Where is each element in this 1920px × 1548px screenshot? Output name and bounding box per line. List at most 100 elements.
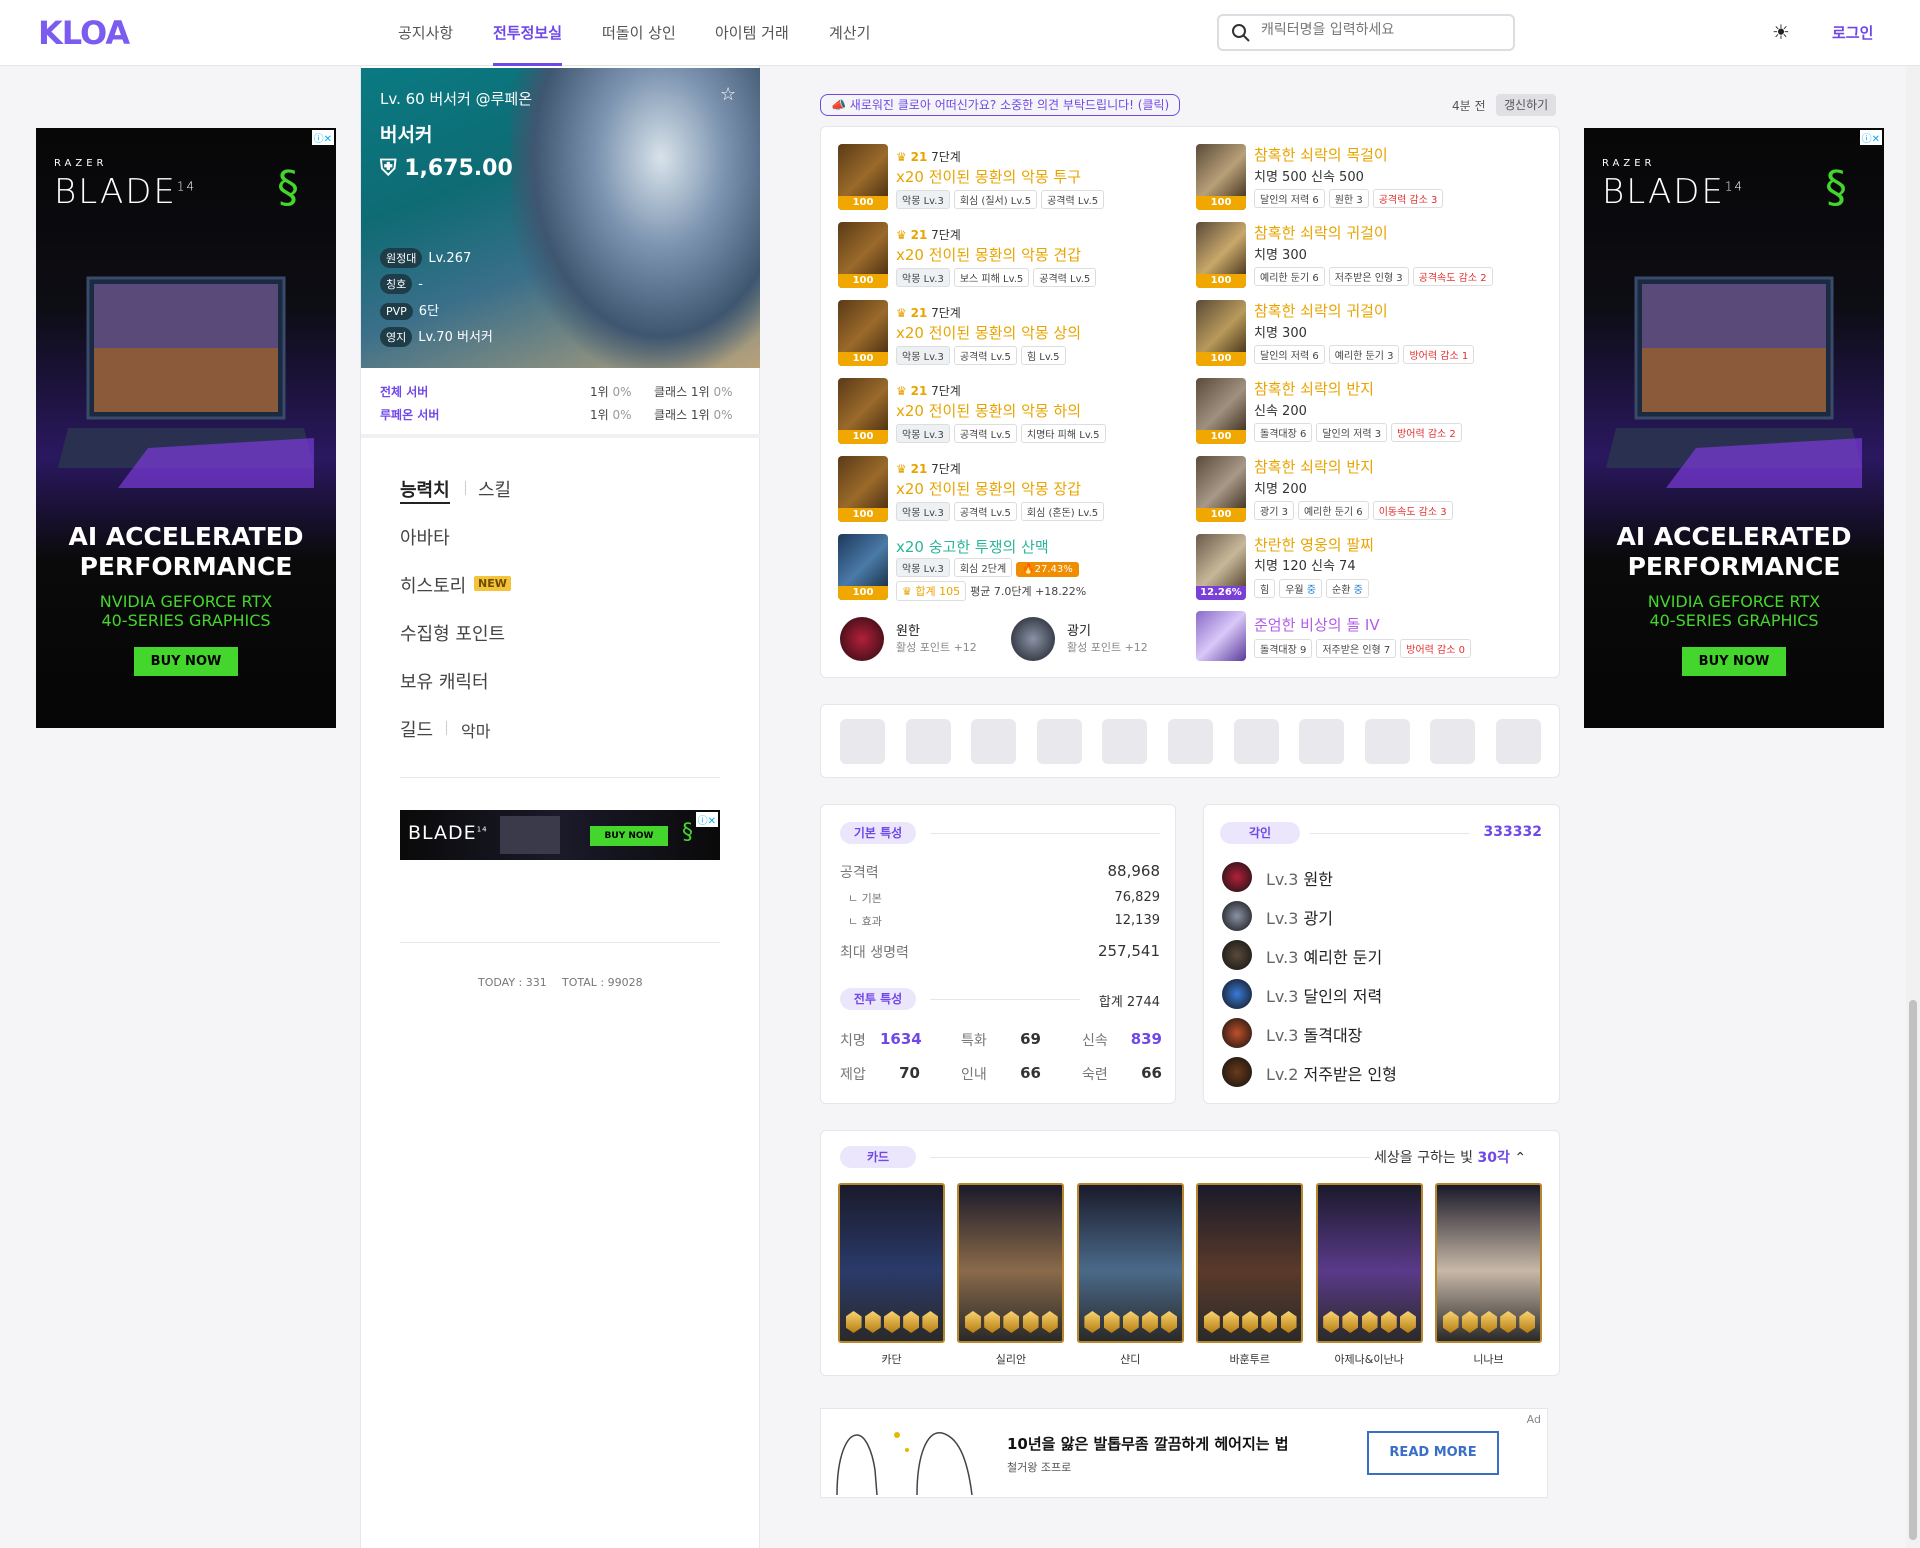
star-icon: ♛ (896, 150, 907, 164)
accessory-icon[interactable]: 100 (1196, 378, 1246, 444)
tab-stats[interactable]: 능력치 (400, 476, 450, 504)
ad-close-icon[interactable]: ⓘ✕ (1859, 130, 1882, 145)
armor-icon[interactable]: 100 (838, 456, 888, 522)
profile-header: Lv. 60 버서커 @루페온 (380, 90, 533, 108)
menu-avatar[interactable]: 아바타 (400, 524, 450, 550)
grudge-gem-icon[interactable] (840, 617, 884, 661)
combat-stat-value: 66 (1141, 1064, 1162, 1082)
razer-logo-icon: § (682, 820, 693, 845)
weapon-icon[interactable]: 100 (838, 534, 888, 600)
armor-name: x20 전이된 몽환의 악몽 장갑 (896, 480, 1082, 498)
card-item[interactable] (1435, 1183, 1542, 1343)
engraving-icon[interactable] (1222, 1018, 1252, 1048)
accessory-name: 참혹한 쇠락의 귀걸이 (1254, 302, 1388, 320)
loading-placeholder (1233, 719, 1279, 764)
menu-characters[interactable]: 보유 캐릭터 (400, 668, 489, 694)
ad-title: 10년을 앓은 발톱무좀 깔끔하게 헤어지는 법 (1007, 1435, 1289, 1453)
razer-ad-left[interactable]: ⓘ✕ RAZER BLADE14 § AI ACCELERATED PERFOR… (36, 128, 336, 728)
card-item[interactable] (1196, 1183, 1304, 1343)
logo[interactable]: KLOA (38, 14, 130, 52)
engraving-icon[interactable] (1222, 1057, 1252, 1087)
scrollbar[interactable] (1906, 0, 1920, 1548)
loading-placeholder (1299, 719, 1345, 764)
accessory-icon[interactable]: 100 (1196, 144, 1246, 210)
engraving-icon[interactable] (1222, 979, 1252, 1009)
ability-stone-icon[interactable] (1196, 611, 1246, 661)
engraving-item: Lv.3 광기 (1266, 909, 1333, 928)
stone-name: 준엄한 비상의 돌 IV (1254, 616, 1380, 634)
favorite-star-icon[interactable]: ☆ (720, 84, 736, 105)
engraving-item: Lv.3 돌격대장 (1266, 1026, 1363, 1045)
card-item[interactable] (957, 1183, 1065, 1343)
engraving-icon[interactable] (1222, 901, 1252, 931)
laptop-image (500, 816, 560, 854)
star-icon: ♛ (896, 228, 907, 242)
feedback-banner[interactable]: 📣 새로워진 클로아 어떠신가요? 소중한 의견 부탁드립니다! (클릭) (820, 94, 1181, 116)
engraving-icon[interactable] (1222, 940, 1252, 970)
card-item[interactable] (838, 1183, 945, 1343)
nav-notice[interactable]: 공지사항 (398, 22, 453, 66)
engraving-item: Lv.3 원한 (1266, 870, 1333, 889)
bracelet-name: 찬란한 영웅의 팔찌 (1254, 536, 1374, 554)
combat-stat-value: 66 (1020, 1064, 1041, 1082)
engraving-icon[interactable] (1222, 862, 1252, 892)
card-name: 아제나&이난나 (1334, 1353, 1404, 1366)
nav-combat-info[interactable]: 전투정보실 (493, 22, 563, 66)
ad-close-icon[interactable]: ⓘ✕ (311, 130, 334, 145)
character-search[interactable] (1217, 14, 1515, 51)
update-time: 4분 전 (1452, 99, 1486, 113)
combat-stat-value: 839 (1130, 1030, 1162, 1048)
login-button[interactable]: 로그인 (1832, 22, 1873, 43)
menu-guild[interactable]: 길드 (400, 716, 433, 742)
card-name: 카단 (881, 1353, 902, 1366)
engraving-code: 333332 (1483, 824, 1542, 840)
read-more-button[interactable]: READ MORE (1367, 1431, 1499, 1475)
loading-placeholder (971, 719, 1017, 764)
character-profile: Lv. 60 버서커 @루페온 버서커 ⛨ 1,675.00 원정대 Lv.267… (361, 68, 760, 368)
buy-now-button[interactable]: BUY NOW (134, 647, 238, 676)
nav-item-trade[interactable]: 아이템 거래 (715, 22, 789, 66)
buy-now-button[interactable]: BUY NOW (1682, 647, 1786, 676)
today-count: TODAY : 331 (478, 976, 547, 989)
combat-stat-label: 숙련 (1082, 1067, 1108, 1083)
combat-stat-label: 제압 (840, 1067, 866, 1083)
card-item[interactable] (1076, 1183, 1184, 1343)
menu-collectibles[interactable]: 수집형 포인트 (400, 620, 505, 646)
menu-history[interactable]: 히스토리 (400, 572, 466, 598)
class-name: 버서커 (380, 124, 433, 146)
tab-skills[interactable]: 스킬 (478, 476, 511, 502)
armor-icon[interactable]: 100 (838, 144, 888, 210)
refresh-button[interactable]: 갱신하기 (1496, 94, 1557, 116)
star-icon: ♛ (896, 462, 907, 476)
total-count: TOTAL : 99028 (562, 976, 643, 989)
sun-icon[interactable]: ☀ (1772, 20, 1790, 44)
card-name: 바훈투르 (1229, 1353, 1270, 1366)
menu-demon[interactable]: 악마 (461, 718, 490, 742)
combat-stat-value: 1634 (880, 1030, 922, 1048)
armor-icon[interactable]: 100 (838, 222, 888, 288)
laptop-image (1606, 276, 1862, 488)
accessory-icon[interactable]: 100 (1196, 300, 1246, 366)
card-item[interactable] (1315, 1183, 1423, 1343)
buy-now-button[interactable]: BUY NOW (590, 826, 668, 846)
bracelet-icon[interactable]: 12.26% (1196, 534, 1246, 600)
accessory-name: 참혹한 쇠락의 목걸이 (1254, 146, 1388, 164)
scrollbar-thumb[interactable] (1909, 1000, 1917, 1540)
nav-calculator[interactable]: 계산기 (829, 22, 870, 66)
accessory-icon[interactable]: 100 (1196, 456, 1246, 522)
armor-icon[interactable]: 100 (838, 300, 888, 366)
armor-name: x20 전이된 몽환의 악몽 투구 (896, 168, 1082, 186)
ad-close-icon[interactable]: ⓘ✕ (695, 812, 718, 827)
frenzy-gem-icon[interactable] (1011, 617, 1055, 661)
razer-ad-small[interactable]: ⓘ✕ BLADE14 BUY NOW § (400, 810, 720, 860)
engraving-item: Lv.2 저주받은 인형 (1266, 1065, 1397, 1084)
nav-merchant[interactable]: 떠돌이 상인 (602, 22, 676, 66)
bottom-ad[interactable]: 10년을 앓은 발톱무좀 깔끔하게 헤어지는 법 철거왕 조프로 READ MO… (820, 1408, 1548, 1498)
loading-placeholder (1036, 719, 1082, 764)
armor-icon[interactable]: 100 (838, 378, 888, 444)
razer-ad-right[interactable]: ⓘ✕ RAZER BLADE14 § AI ACCELERATED PERFOR… (1584, 128, 1884, 728)
search-input[interactable] (1261, 22, 1501, 38)
combat-stat-label: 신속 (1082, 1033, 1108, 1049)
accessory-icon[interactable]: 100 (1196, 222, 1246, 288)
card-set-name[interactable]: 세상을 구하는 빛 30각 ⌃ (1374, 1147, 1526, 1167)
